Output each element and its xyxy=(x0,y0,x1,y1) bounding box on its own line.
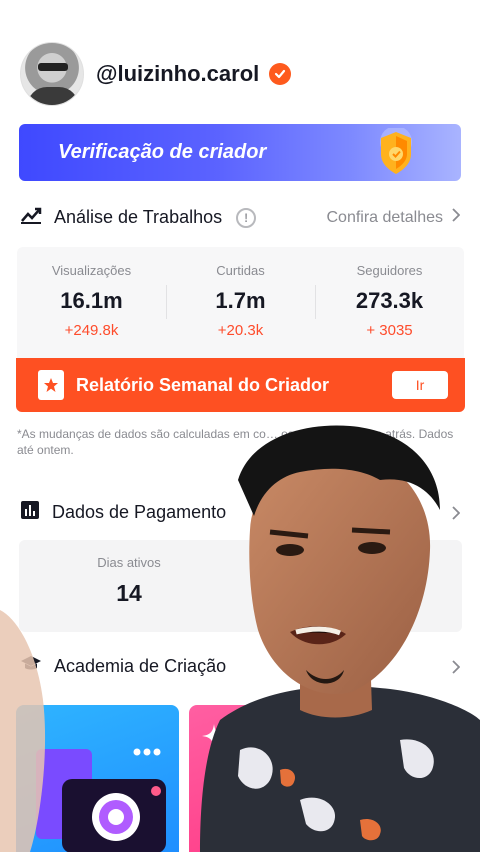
academy-card-camera[interactable] xyxy=(16,705,179,852)
stat-likes: Curtidas 1.7m +20.3k xyxy=(166,247,315,339)
verified-badge-icon xyxy=(269,63,292,85)
banner-label: Verificação de criador xyxy=(58,141,267,163)
camera-icon xyxy=(32,745,172,852)
academy-header[interactable]: Academia de Criação xyxy=(20,655,460,678)
data-footnote: *As mudanças de dados são calculadas em … xyxy=(17,427,454,457)
payment-stats-panel[interactable]: Dias ativos 14 xyxy=(19,540,462,632)
stat-views: Visualizações 16.1m +249.8k xyxy=(17,247,166,339)
username: @luizinho.carol xyxy=(96,61,260,86)
trend-chart-icon xyxy=(20,206,42,229)
stat-value: 273.3k xyxy=(355,288,424,313)
weekly-report-bar[interactable]: Relatório Semanal do Criador Ir xyxy=(16,358,465,412)
stat-label: Visualizações xyxy=(51,263,132,278)
work-analysis-header: Análise de Trabalhos ! Confira detalhes xyxy=(20,206,461,229)
details-link-label: Confira detalhes xyxy=(326,208,443,226)
report-document-icon xyxy=(38,370,64,400)
info-icon[interactable]: ! xyxy=(236,207,257,228)
academy-card-sparkle[interactable] xyxy=(189,705,309,852)
payment-data-header[interactable]: Dados de Pagamento xyxy=(20,500,460,525)
avatar[interactable] xyxy=(20,42,84,106)
chevron-right-icon xyxy=(451,208,461,227)
weekly-report-label: Relatório Semanal do Criador xyxy=(76,374,330,395)
work-analysis-title: Análise de Trabalhos xyxy=(54,207,223,227)
chevron-right-icon[interactable] xyxy=(451,659,460,674)
stat-delta: +249.8k xyxy=(64,322,119,339)
creator-verification-banner[interactable]: Verificação de criador xyxy=(19,124,461,181)
academy-title: Academia de Criação xyxy=(54,656,227,676)
chevron-right-icon[interactable] xyxy=(451,505,460,520)
profile-header: @luizinho.carol xyxy=(20,42,292,106)
graduation-cap-icon xyxy=(20,655,42,678)
sparkle-icon xyxy=(201,723,227,754)
payment-data-title: Dados de Pagamento xyxy=(52,502,227,522)
shield-icon xyxy=(367,126,425,181)
stat-value: 1.7m xyxy=(215,288,266,313)
stat-value: 16.1m xyxy=(60,288,123,313)
active-days-label: Dias ativos xyxy=(97,555,161,570)
stats-panel[interactable]: Visualizações 16.1m +249.8k Curtidas 1.7… xyxy=(17,247,464,359)
details-link[interactable]: Confira detalhes xyxy=(326,208,461,227)
go-button[interactable]: Ir xyxy=(392,371,448,399)
stat-delta: + 3035 xyxy=(366,322,413,339)
stat-label: Curtidas xyxy=(216,263,265,278)
stat-label: Seguidores xyxy=(356,263,423,278)
stat-followers: Seguidores 273.3k + 3035 xyxy=(315,247,464,339)
bar-chart-icon xyxy=(20,500,40,525)
active-days-value: 14 xyxy=(116,580,142,606)
stat-delta: +20.3k xyxy=(217,322,264,339)
